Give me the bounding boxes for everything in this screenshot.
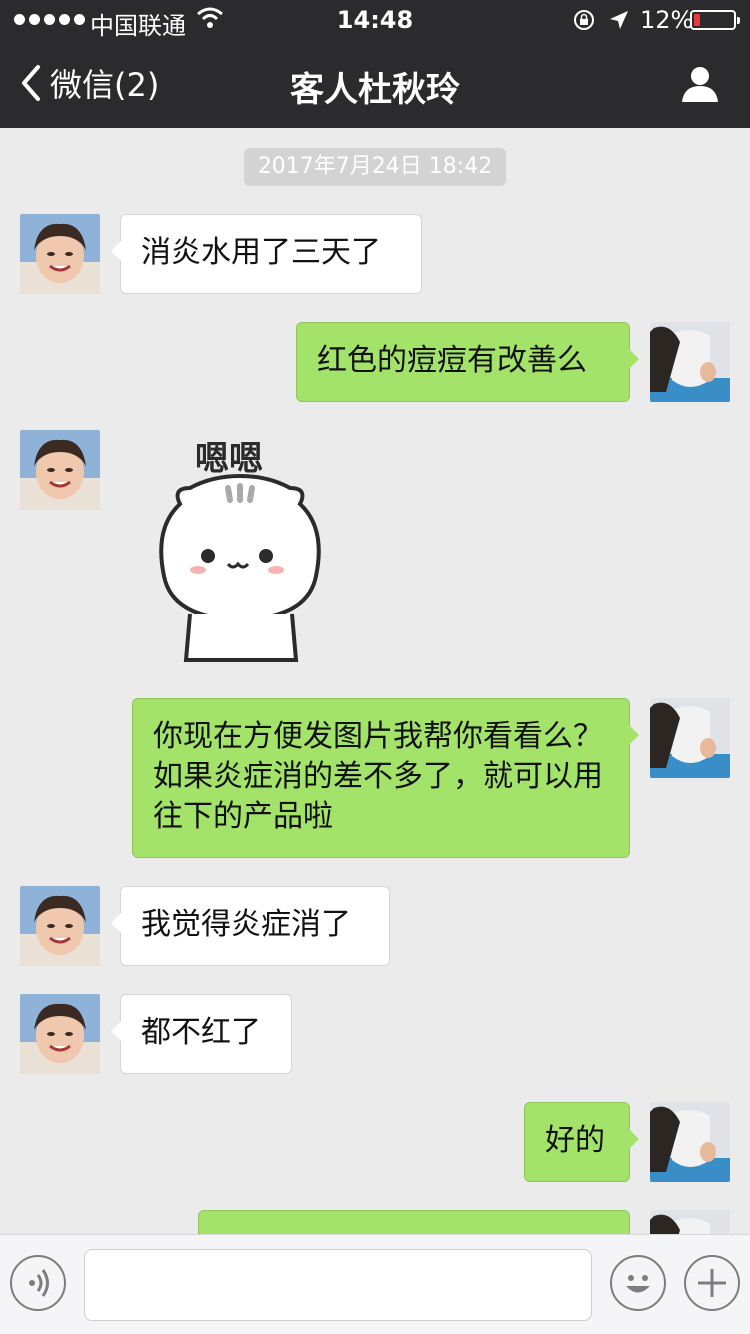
- rotation-lock-icon: [574, 10, 594, 30]
- battery-icon: [690, 10, 740, 30]
- incoming-message[interactable]: 都不红了: [111, 994, 292, 1074]
- emoji-button[interactable]: [610, 1255, 666, 1311]
- incoming-message[interactable]: 消炎水用了三天了: [111, 214, 422, 294]
- voice-icon: [29, 1269, 49, 1297]
- sticker-caption: 嗯嗯: [195, 439, 263, 479]
- nav-bar: 微信(2) 客人杜秋玲: [0, 40, 750, 128]
- input-bar: [0, 1234, 750, 1334]
- message-input[interactable]: [84, 1249, 592, 1321]
- incoming-message[interactable]: 我觉得炎症消了: [111, 886, 390, 966]
- more-button[interactable]: [684, 1255, 740, 1311]
- my-avatar[interactable]: [650, 1102, 730, 1182]
- status-time: 14:48: [336, 6, 414, 34]
- contact-avatar[interactable]: [20, 994, 100, 1074]
- battery-percent: 12%: [640, 6, 694, 34]
- outgoing-message[interactable]: 好的: [524, 1102, 639, 1182]
- outgoing-message[interactable]: [198, 1210, 630, 1234]
- emoji-icon: [626, 1275, 650, 1293]
- contact-avatar[interactable]: [20, 886, 100, 966]
- my-avatar[interactable]: [650, 1210, 730, 1234]
- contact-avatar[interactable]: [20, 430, 100, 510]
- voice-button[interactable]: [10, 1255, 66, 1311]
- chat-area[interactable]: 2017年7月24日 18:42 消炎水用了三天了 红色的痘痘有改善么 嗯嗯 你…: [0, 128, 750, 1234]
- person-icon[interactable]: [680, 64, 720, 104]
- contact-avatar[interactable]: [20, 214, 100, 294]
- status-bar: 中国联通 14:48 12%: [0, 0, 750, 40]
- outgoing-message[interactable]: 你现在方便发图片我帮你看看么？如果炎症消的差不多了，就可以用往下的产品啦: [132, 698, 639, 858]
- my-avatar[interactable]: [650, 322, 730, 402]
- cat-sticker[interactable]: 嗯嗯: [150, 428, 330, 668]
- top-bar: 中国联通 14:48 12% 微信(2) 客人杜秋玲: [0, 0, 750, 128]
- plus-icon: [698, 1269, 726, 1297]
- message-timestamp: 2017年7月24日 18:42: [244, 148, 506, 186]
- chat-title: 客人杜秋玲: [290, 70, 460, 110]
- my-avatar[interactable]: [650, 698, 730, 778]
- outgoing-message[interactable]: 红色的痘痘有改善么: [296, 322, 639, 402]
- location-icon: [610, 11, 628, 29]
